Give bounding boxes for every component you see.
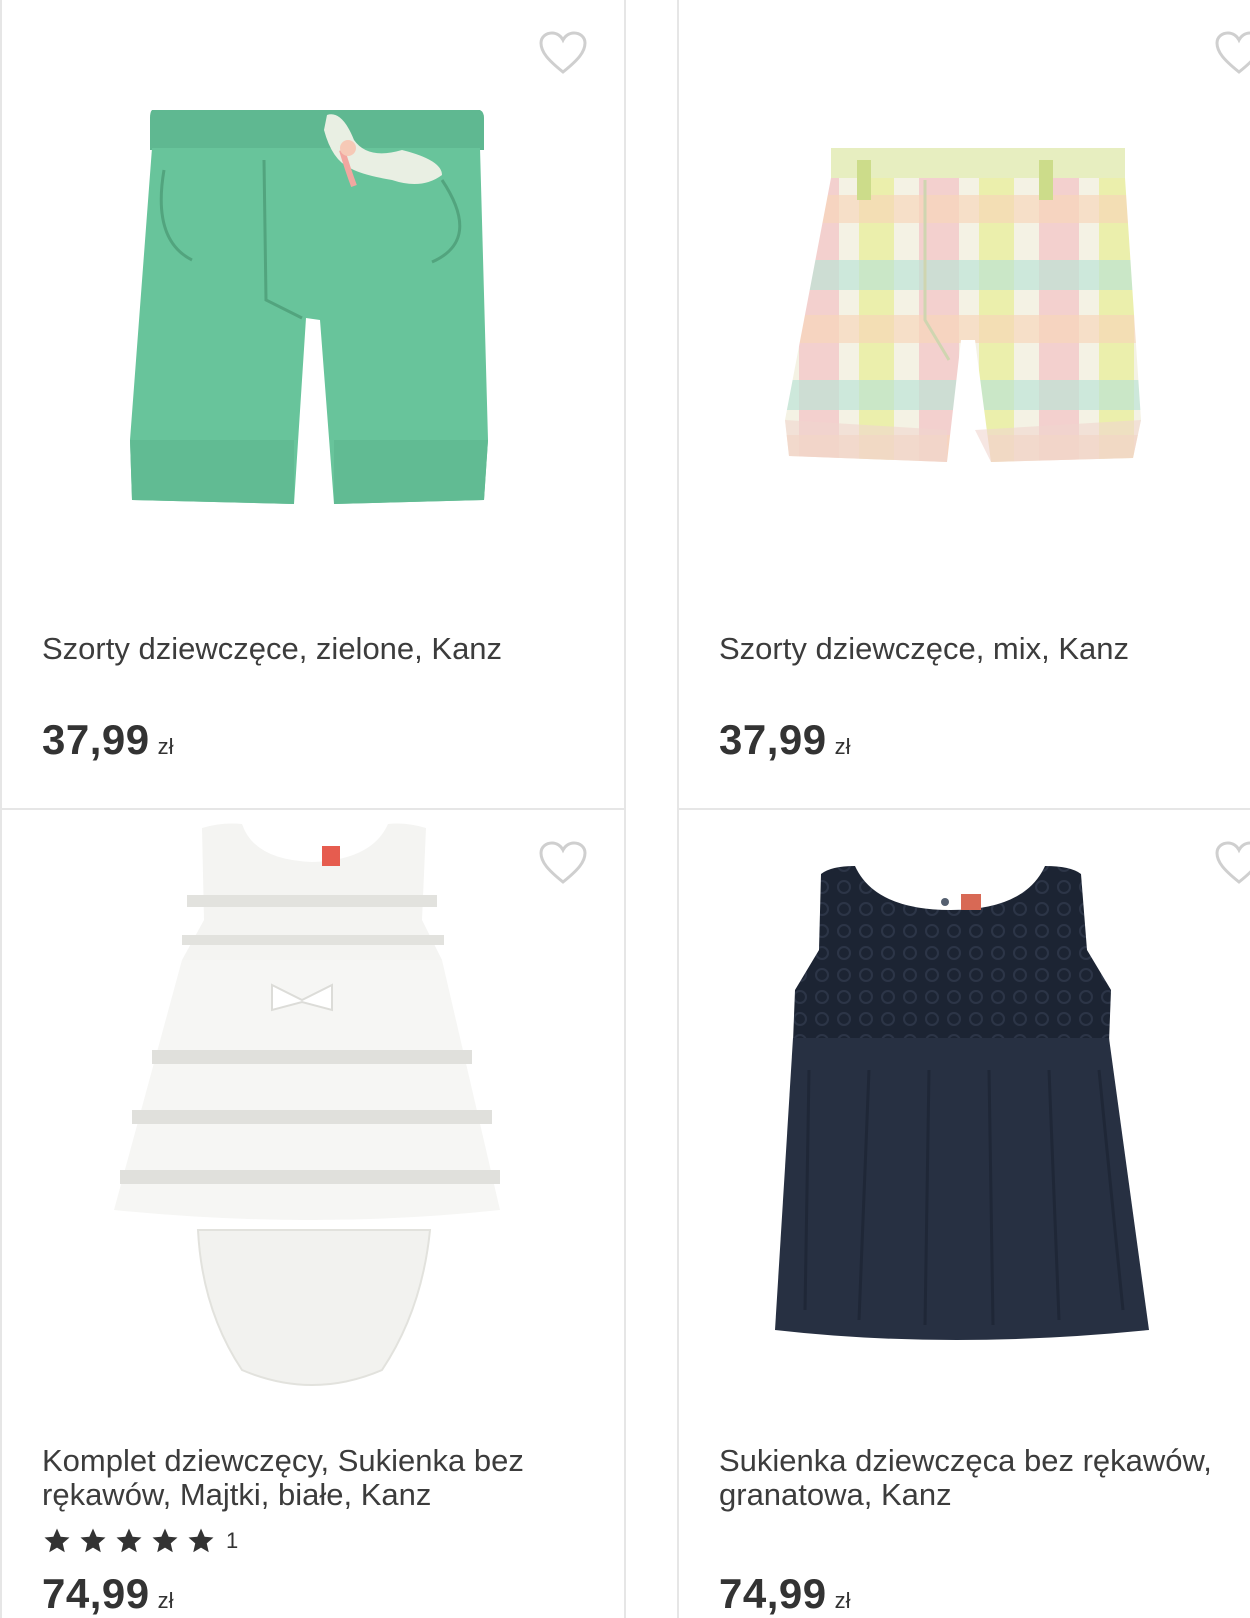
- product-price: 74,99 zł: [719, 1570, 851, 1618]
- product-title[interactable]: Szorty dziewczęce, mix, Kanz: [719, 632, 1250, 666]
- price-amount: 37,99: [42, 716, 150, 763]
- rating-count: 1: [226, 1528, 239, 1553]
- product-grid: Szorty dziewczęce, zielone, Kanz 37,99 zł: [0, 0, 1250, 1618]
- product-image-green-shorts[interactable]: [2, 0, 624, 600]
- star-icon: [152, 1528, 178, 1553]
- favorite-heart-icon[interactable]: [538, 840, 588, 886]
- star-icon: [116, 1528, 142, 1553]
- rating: 1: [42, 1526, 238, 1556]
- product-card[interactable]: Sukienka dziewczęca bez rękawów, granato…: [677, 808, 1250, 1618]
- price-currency: zł: [834, 1588, 851, 1613]
- price-amount: 37,99: [719, 716, 827, 763]
- product-card[interactable]: Szorty dziewczęce, mix, Kanz 37,99 zł: [677, 0, 1250, 810]
- product-price: 37,99 zł: [719, 716, 851, 764]
- favorite-heart-icon[interactable]: [1214, 840, 1250, 886]
- price-amount: 74,99: [42, 1570, 150, 1617]
- product-image-plaid-shorts[interactable]: [679, 0, 1250, 600]
- product-title[interactable]: Sukienka dziewczęca bez rękawów, granato…: [719, 1444, 1250, 1512]
- product-card[interactable]: Szorty dziewczęce, zielone, Kanz 37,99 zł: [0, 0, 626, 810]
- product-card[interactable]: Komplet dziewczęcy, Sukienka bez rękawów…: [0, 808, 626, 1618]
- product-image-white-dress-set[interactable]: [2, 810, 624, 1410]
- product-title[interactable]: Szorty dziewczęce, zielone, Kanz: [42, 632, 624, 666]
- price-amount: 74,99: [719, 1570, 827, 1617]
- favorite-heart-icon[interactable]: [538, 30, 588, 76]
- star-icon: [44, 1528, 70, 1553]
- favorite-heart-icon[interactable]: [1214, 30, 1250, 76]
- star-icon: [188, 1528, 214, 1553]
- star-icon: [80, 1528, 106, 1553]
- price-currency: zł: [157, 1588, 174, 1613]
- product-price: 74,99 zł: [42, 1570, 174, 1618]
- price-currency: zł: [157, 734, 174, 759]
- product-title[interactable]: Komplet dziewczęcy, Sukienka bez rękawów…: [42, 1444, 624, 1512]
- product-image-navy-dress[interactable]: [679, 810, 1250, 1410]
- product-price: 37,99 zł: [42, 716, 174, 764]
- price-currency: zł: [834, 734, 851, 759]
